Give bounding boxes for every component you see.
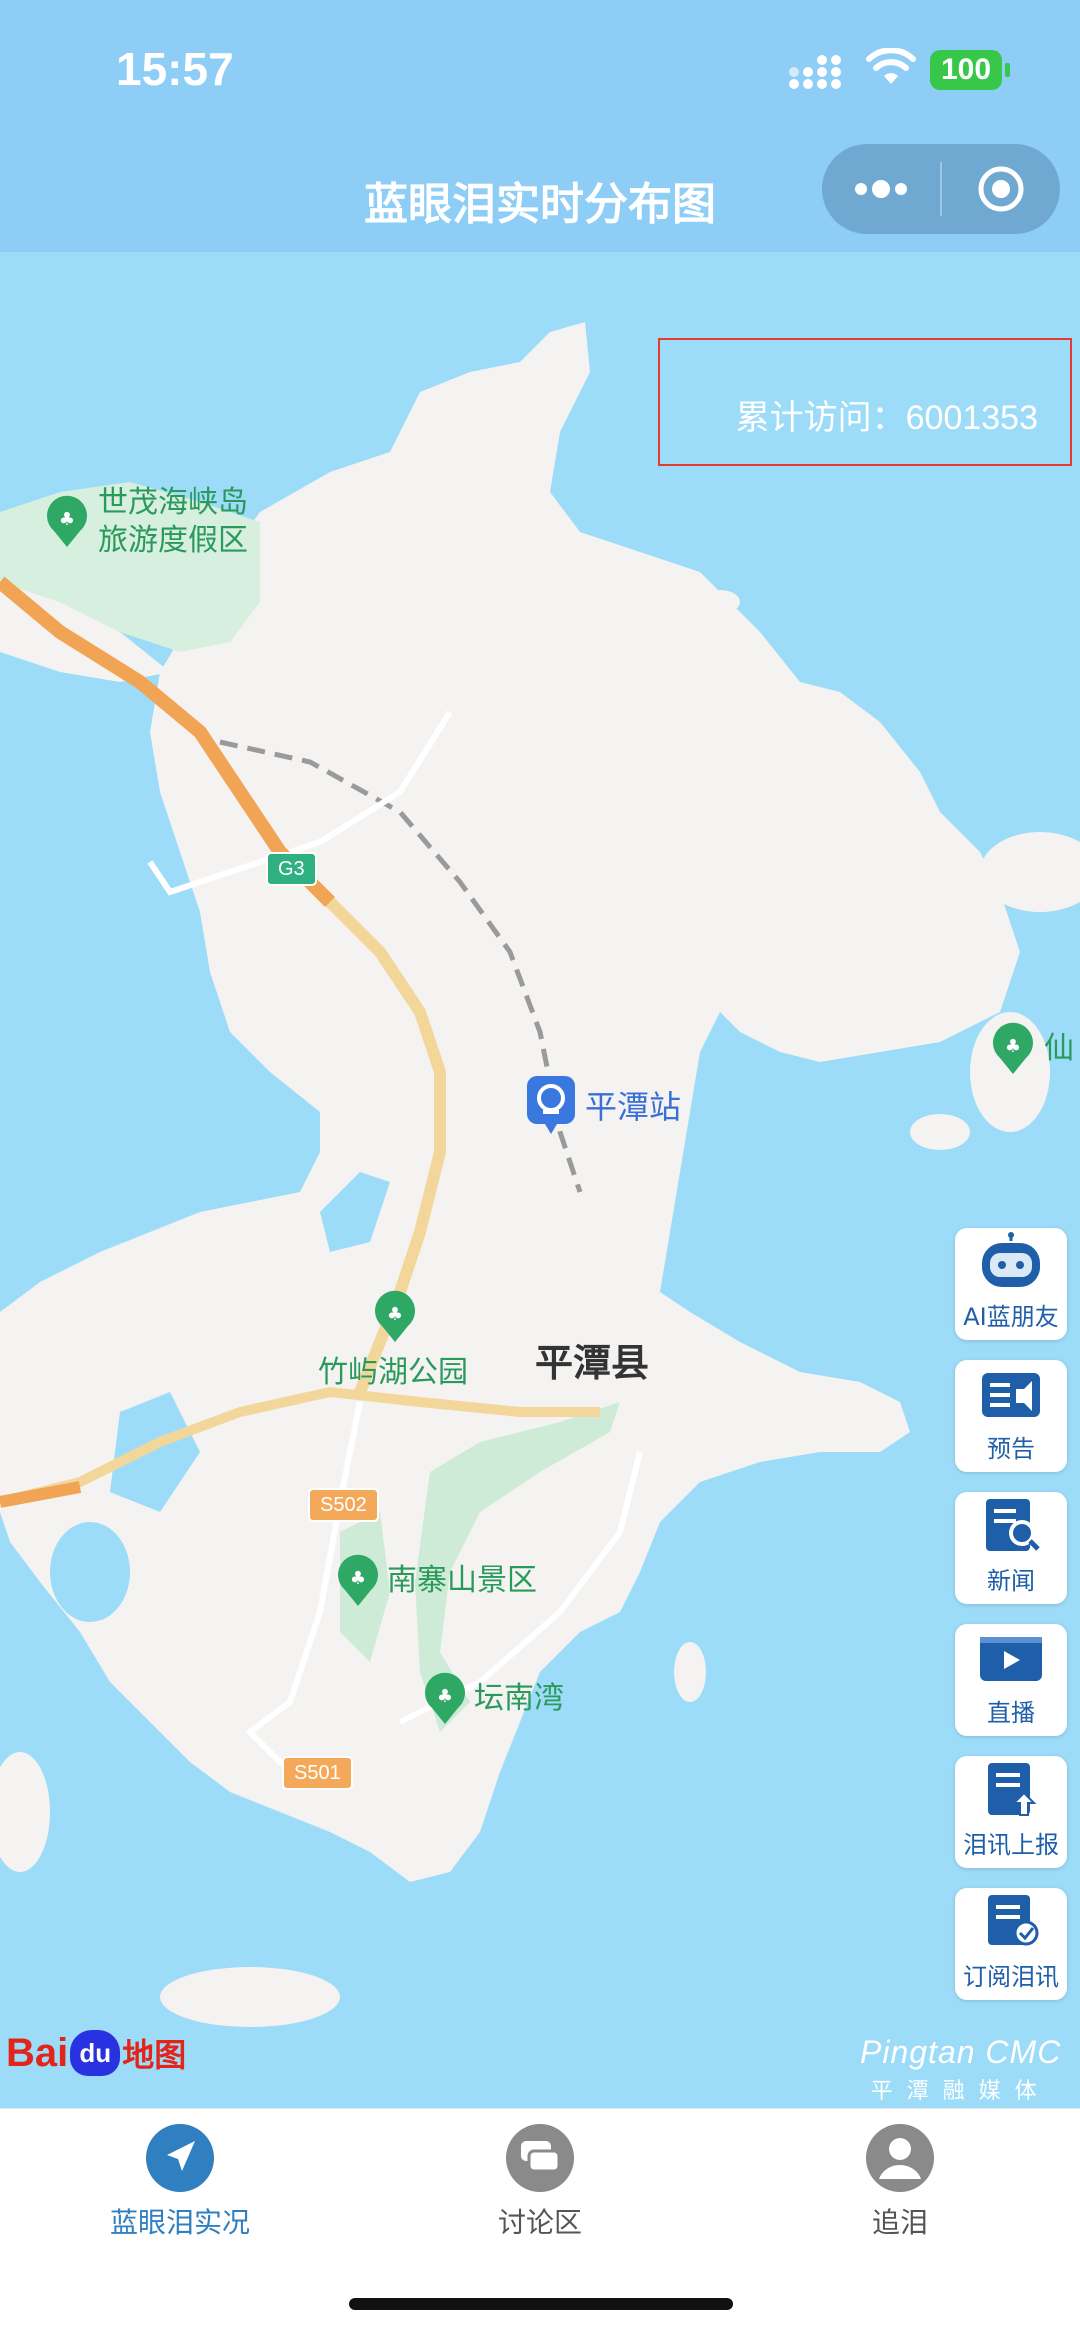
home-indicator[interactable] bbox=[349, 2298, 733, 2310]
poi-tannan-label: 坛南湾 bbox=[474, 1681, 564, 1716]
more-button[interactable] bbox=[822, 144, 940, 234]
poi-xian[interactable]: ♣ 仙 bbox=[990, 1022, 1074, 1076]
live-video-icon bbox=[980, 1637, 1042, 1681]
side-button-live[interactable]: 直播 bbox=[955, 1624, 1067, 1736]
side-button-label: 预告 bbox=[987, 1435, 1035, 1463]
more-dots-icon bbox=[855, 180, 907, 198]
poi-shimao[interactable]: ♣ 世茂海峡岛 旅游度假区 bbox=[44, 484, 248, 560]
wifi-icon bbox=[866, 48, 916, 84]
announcement-icon bbox=[982, 1373, 1040, 1417]
status-bar: 15:57 100 bbox=[0, 0, 1080, 140]
poi-station[interactable]: 平潭站 bbox=[525, 1074, 681, 1136]
tab-chase-tears[interactable]: 追泪 bbox=[790, 2123, 1010, 2241]
poi-lake-park[interactable]: ♣ bbox=[372, 1290, 418, 1344]
road-shield-s502: S502 bbox=[308, 1488, 379, 1522]
baidu-map-logo: Bai du 地图 bbox=[6, 2030, 187, 2076]
map-view[interactable]: 累计访问：6001353 ♣ 世茂海峡岛 旅游度假区 平潭站 ♣ 仙 ♣ 竹屿湖… bbox=[0, 252, 1080, 2108]
side-button-ai-friend[interactable]: AI蓝朋友 bbox=[955, 1228, 1067, 1340]
svg-text:♣: ♣ bbox=[1005, 1036, 1021, 1057]
poi-lake-park-label: 竹屿湖公园 bbox=[318, 1355, 468, 1390]
side-button-news[interactable]: 新闻 bbox=[955, 1492, 1067, 1604]
scenic-pin-icon: ♣ bbox=[375, 1290, 415, 1342]
train-station-icon bbox=[527, 1076, 575, 1134]
tab-blue-tears-live[interactable]: 蓝眼泪实况 bbox=[70, 2123, 290, 2241]
scenic-pin-icon: ♣ bbox=[425, 1672, 465, 1724]
tab-label: 蓝眼泪实况 bbox=[109, 2206, 250, 2239]
brand-watermark: Pingtan CMC 平潭融媒体 bbox=[860, 2034, 1061, 2105]
svg-text:♣: ♣ bbox=[350, 1568, 366, 1589]
user-icon bbox=[866, 2124, 934, 2192]
cellular-signal-icon bbox=[789, 55, 841, 89]
poi-shimao-line2: 旅游度假区 bbox=[98, 523, 248, 558]
report-upload-icon bbox=[988, 1763, 1037, 1816]
poi-nanzhai[interactable]: ♣ 南寨山景区 bbox=[335, 1554, 537, 1608]
robot-icon bbox=[982, 1232, 1040, 1287]
side-button-label: 直播 bbox=[987, 1699, 1035, 1727]
poi-shimao-line1: 世茂海峡岛 bbox=[98, 485, 248, 520]
brand-en: Pingtan CMC bbox=[860, 2034, 1062, 2070]
nav-bar: 蓝眼泪实时分布图 bbox=[0, 140, 1080, 252]
poi-xian-label: 仙 bbox=[1044, 1031, 1074, 1066]
side-button-label: 新闻 bbox=[987, 1567, 1035, 1595]
close-miniprogram-button[interactable] bbox=[942, 144, 1060, 234]
status-time: 15:57 bbox=[116, 43, 234, 95]
svg-text:♣: ♣ bbox=[59, 509, 75, 530]
tab-label: 讨论区 bbox=[497, 2206, 582, 2239]
side-button-report[interactable]: 泪讯上报 bbox=[955, 1756, 1067, 1868]
brand-cn: 平潭融媒体 bbox=[870, 2079, 1051, 2104]
scenic-pin-icon: ♣ bbox=[993, 1022, 1033, 1074]
subscribe-icon bbox=[988, 1895, 1039, 1946]
svg-text:♣: ♣ bbox=[387, 1304, 403, 1325]
chat-bubbles-icon bbox=[506, 2124, 574, 2192]
tab-discussion[interactable]: 讨论区 bbox=[430, 2123, 650, 2241]
side-button-preview[interactable]: 预告 bbox=[955, 1360, 1067, 1472]
scenic-pin-icon: ♣ bbox=[338, 1554, 378, 1606]
visit-counter-label: 累计访问：6001353 bbox=[735, 399, 1038, 437]
side-button-label: 订阅泪讯 bbox=[963, 1963, 1059, 1991]
poi-tannan[interactable]: ♣ 坛南湾 bbox=[422, 1672, 564, 1726]
poi-station-label: 平潭站 bbox=[585, 1088, 682, 1126]
tab-label: 追泪 bbox=[871, 2206, 928, 2239]
road-shield-s501: S501 bbox=[282, 1756, 353, 1790]
svg-text:♣: ♣ bbox=[437, 1686, 453, 1707]
poi-nanzhai-label: 南寨山景区 bbox=[387, 1563, 537, 1598]
navigation-arrow-icon bbox=[146, 2124, 214, 2192]
side-button-subscribe[interactable]: 订阅泪讯 bbox=[955, 1888, 1067, 2000]
news-icon bbox=[986, 1499, 1040, 1551]
visit-counter: 累计访问：6001353 bbox=[658, 338, 1072, 466]
side-button-label: AI蓝朋友 bbox=[963, 1303, 1059, 1331]
scenic-pin-icon: ♣ bbox=[47, 495, 87, 547]
target-circle-icon bbox=[978, 166, 1024, 212]
battery-indicator: 100 bbox=[930, 50, 1010, 90]
side-button-label: 泪讯上报 bbox=[963, 1831, 1059, 1859]
miniprogram-capsule bbox=[822, 144, 1060, 234]
county-label: 平潭县 bbox=[535, 1341, 650, 1385]
road-shield-g3: G3 bbox=[266, 852, 317, 886]
